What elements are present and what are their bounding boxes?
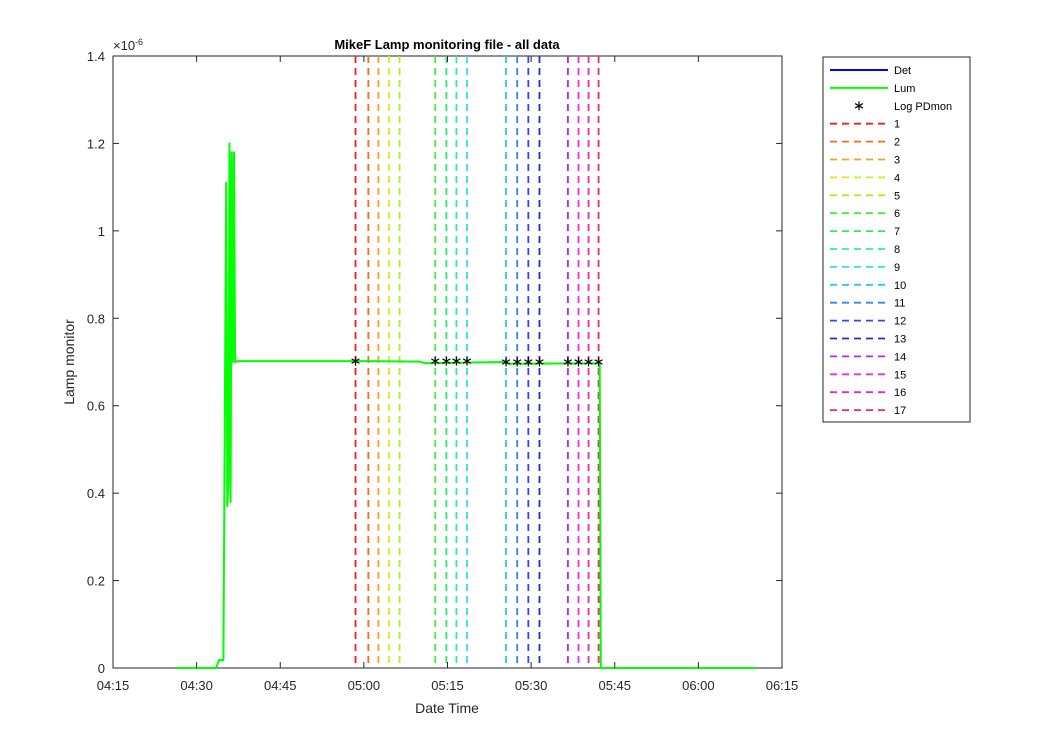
x-tick-label: 05:45 <box>598 678 631 693</box>
y-tick-label: 0.4 <box>87 486 105 501</box>
x-tick-label: 05:15 <box>431 678 464 693</box>
x-axis-label: Date Time <box>415 700 479 716</box>
legend-label: 10 <box>894 280 906 292</box>
chart: 04:15 04:30 04:45 05:00 05:15 05:30 05:45 06:00… <box>0 0 1050 750</box>
legend-label: Det <box>894 65 911 77</box>
x-tick-label: 04:30 <box>180 678 213 693</box>
y-axis-label: Lamp monitor <box>61 319 77 405</box>
y-tick-label: 0.2 <box>87 574 105 589</box>
y-tick-label: 0.8 <box>87 311 105 326</box>
legend-label: 11 <box>894 298 905 310</box>
legend-label: 13 <box>894 334 906 346</box>
legend: DetLumLog PDmon1234567891011121314151617 <box>822 56 971 423</box>
y-exponent-base: ×10 <box>113 38 135 53</box>
legend-label: 5 <box>894 190 900 202</box>
y-tick-label: 1 <box>98 224 105 239</box>
legend-label: 6 <box>894 208 900 220</box>
legend-label: 14 <box>894 351 906 363</box>
x-tick-label: 06:00 <box>682 678 715 693</box>
legend-label: Log PDmon <box>894 101 952 113</box>
y-exponent-power: -6 <box>135 37 143 47</box>
legend-label: 17 <box>894 405 906 417</box>
y-tick-label: 0.6 <box>87 399 105 414</box>
legend-label: 15 <box>894 369 906 381</box>
y-tick-label: 1.4 <box>87 49 105 64</box>
x-tick-label: 04:45 <box>264 678 297 693</box>
x-tick-label: 06:15 <box>766 678 799 693</box>
legend-label: 7 <box>894 226 900 238</box>
chart-title: MikeF Lamp monitoring file - all data <box>334 37 560 52</box>
x-tick-label: 05:00 <box>348 678 381 693</box>
legend-label: 9 <box>894 262 900 274</box>
legend-label: 3 <box>894 155 900 167</box>
legend-label: Lum <box>894 83 915 95</box>
legend-label: 16 <box>894 387 906 399</box>
y-tick-label: 1.2 <box>87 136 105 151</box>
legend-label: 1 <box>894 119 900 131</box>
legend-label: 8 <box>894 244 900 256</box>
y-tick-label: 0 <box>98 661 105 676</box>
x-tick-label: 05:30 <box>515 678 548 693</box>
legend-label: 4 <box>894 172 900 184</box>
legend-label: 2 <box>894 137 900 149</box>
x-tick-label: 04:15 <box>97 678 130 693</box>
legend-label: 12 <box>894 316 906 328</box>
